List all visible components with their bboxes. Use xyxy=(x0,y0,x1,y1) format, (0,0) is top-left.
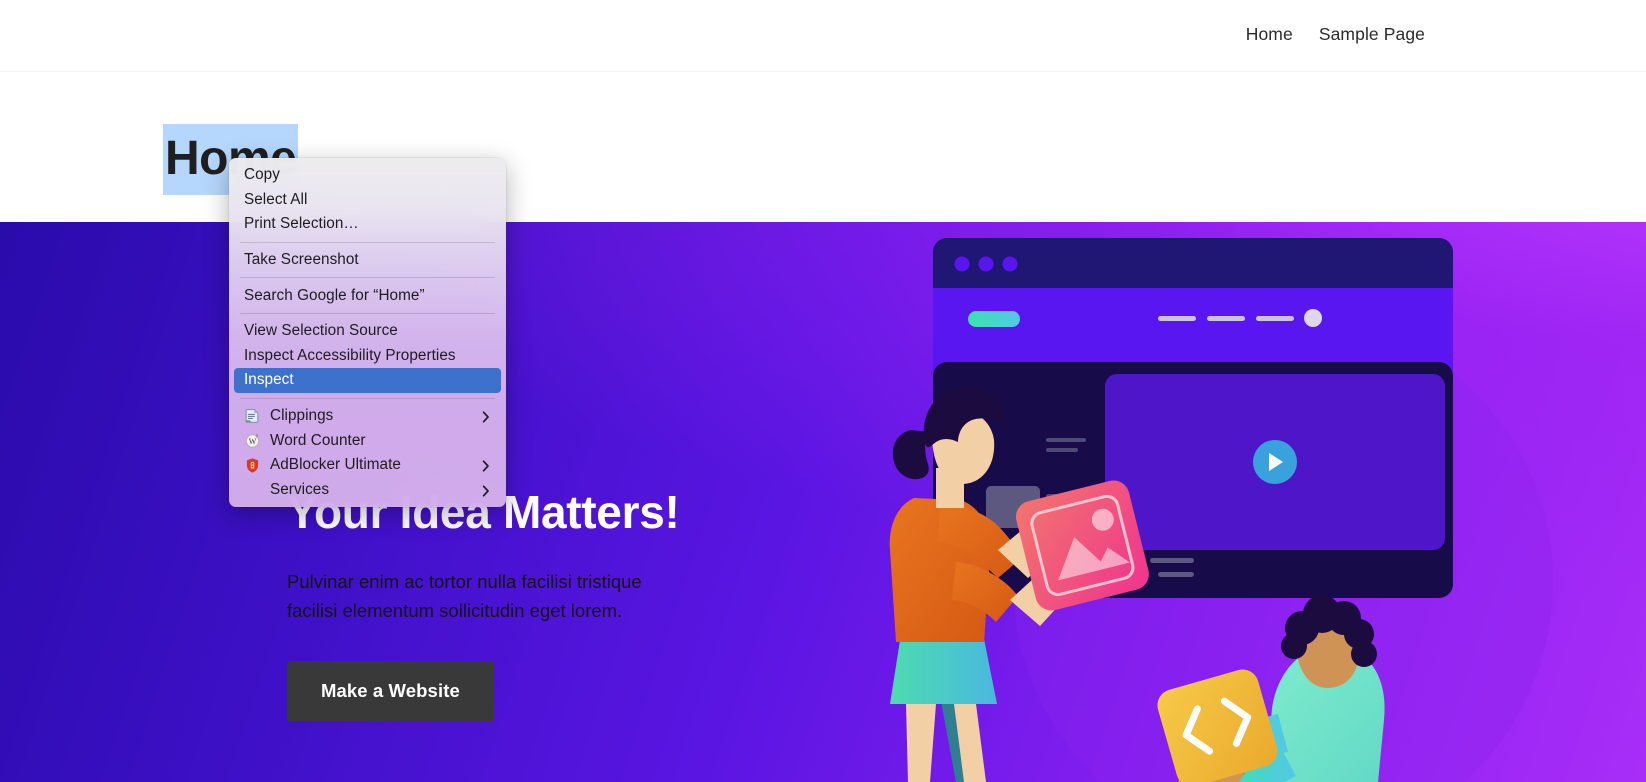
word-counter-icon: W xyxy=(244,432,261,449)
context-menu-item-label: Clippings xyxy=(270,407,334,425)
hero-paragraph: Pulvinar enim ac tortor nulla facilisi t… xyxy=(287,570,642,622)
context-menu-item-inspect-accessibility-properties[interactable]: Inspect Accessibility Properties xyxy=(234,344,501,369)
context-menu-item-label: AdBlocker Ultimate xyxy=(270,456,401,474)
context-menu-item-select-all[interactable]: Select All xyxy=(234,188,501,213)
hero-copy: Your Idea Matters! Pulvinar enim ac tort… xyxy=(287,486,807,722)
chevron-right-icon xyxy=(482,484,490,497)
clippings-document-icon xyxy=(244,408,261,425)
context-menu-item-label: Services xyxy=(270,480,330,498)
context-menu-item-view-selection-source[interactable]: View Selection Source xyxy=(234,319,501,344)
context-menu-item-label: Select All xyxy=(244,190,308,208)
context-menu-item-adblocker-ultimate[interactable]: AdBlocker Ultimate xyxy=(234,453,501,478)
context-menu-item-label: Search Google for “Home” xyxy=(244,286,425,304)
chevron-right-icon xyxy=(482,410,490,423)
context-menu-item-label: Copy xyxy=(244,166,280,184)
context-menu-item-clippings[interactable]: Clippings xyxy=(234,404,501,429)
make-a-website-button[interactable]: Make a Website xyxy=(287,661,494,722)
context-menu-item-print-selection[interactable]: Print Selection… xyxy=(234,212,501,237)
context-menu-item-label: Word Counter xyxy=(270,431,366,449)
context-menu-item-word-counter[interactable]: W Word Counter xyxy=(234,428,501,453)
context-menu-item-inspect[interactable]: Inspect xyxy=(234,368,501,393)
context-menu-separator xyxy=(240,397,495,399)
context-menu-item-label: Print Selection… xyxy=(244,215,359,233)
context-menu-item-search-google[interactable]: Search Google for “Home” xyxy=(234,283,501,308)
site-header: Home Sample Page xyxy=(0,0,1646,72)
context-menu-item-label: Take Screenshot xyxy=(244,251,359,269)
nav-link-sample-page[interactable]: Sample Page xyxy=(1317,22,1427,47)
context-menu-separator xyxy=(240,241,495,243)
adblocker-shield-icon xyxy=(244,457,261,474)
context-menu-item-label: Inspect Accessibility Properties xyxy=(244,346,456,364)
browser-page: Home Sample Page Home xyxy=(0,0,1646,782)
chevron-right-icon xyxy=(482,459,490,472)
context-menu-item-services[interactable]: Services xyxy=(234,478,501,503)
icon-spacer xyxy=(244,481,261,498)
context-menu-item-label: View Selection Source xyxy=(244,322,398,340)
website-builder-illustration xyxy=(828,222,1646,782)
primary-navigation: Home Sample Page xyxy=(1244,22,1427,47)
context-menu-item-take-screenshot[interactable]: Take Screenshot xyxy=(234,248,501,273)
context-menu-separator xyxy=(240,277,495,279)
context-menu-separator xyxy=(240,312,495,314)
context-menu-item-copy[interactable]: Copy xyxy=(234,163,501,188)
context-menu-item-label: Inspect xyxy=(244,371,294,389)
nav-link-home[interactable]: Home xyxy=(1244,22,1295,47)
context-menu[interactable]: Copy Select All Print Selection… Take Scree… xyxy=(229,158,506,508)
svg-text:W: W xyxy=(249,437,257,446)
